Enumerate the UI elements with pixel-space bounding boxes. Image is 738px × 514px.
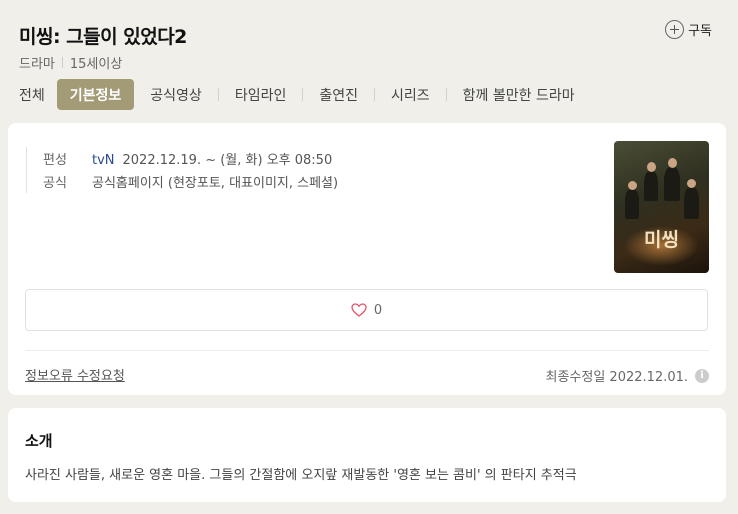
schedule-text: 2022.12.19. ~ (월, 화) 오후 08:50 (122, 153, 333, 168)
meta-divider (61, 57, 63, 68)
poster-title: 미씽 (644, 229, 679, 251)
meta-info: 드라마 15세이상 (19, 53, 122, 72)
tab-series[interactable]: 시리즈 (375, 79, 446, 110)
poster-face (647, 162, 656, 172)
tab-all[interactable]: 전체 (19, 79, 57, 110)
tab-related-dramas[interactable]: 함께 볼만한 드라마 (447, 79, 575, 110)
schedule-value: tvN 2022.12.19. ~ (월, 화) 오후 08:50 (92, 149, 332, 168)
genre-label: 드라마 (19, 57, 55, 72)
official-label: 공식 (43, 176, 67, 191)
card-divider (25, 350, 709, 351)
basic-info-card: 편성 tvN 2022.12.19. ~ (월, 화) 오후 08:50 공식 공… (8, 123, 726, 395)
poster-figure (644, 171, 658, 201)
channel-link[interactable]: tvN (92, 153, 115, 168)
poster-image[interactable]: 미씽 (614, 141, 709, 273)
subscribe-label: 구독 (688, 24, 712, 39)
like-button[interactable]: 0 (25, 289, 708, 331)
age-rating: 15세이상 (69, 57, 123, 72)
schedule-row: 편성 tvN 2022.12.19. ~ (월, 화) 오후 08:50 (43, 147, 338, 170)
tab-timeline[interactable]: 타임라인 (219, 79, 303, 110)
subscribe-button[interactable]: 구독 (665, 20, 712, 39)
poster-figure (664, 167, 680, 201)
info-icon[interactable]: i (695, 368, 709, 383)
poster-face (687, 179, 696, 188)
report-error-link[interactable]: 정보오류 수정요청 (25, 365, 125, 384)
poster-face (668, 158, 677, 168)
last-updated: 최종수정일 2022.12.01. i (545, 366, 709, 385)
tab-bar: 전체 기본정보 공식영상 타임라인 출연진 시리즈 함께 볼만한 드라마 (19, 79, 575, 110)
tab-basic-info[interactable]: 기본정보 (56, 79, 135, 110)
intro-description: 사라진 사람들, 새로운 영혼 마을. 그들의 간절함에 오지랖 재발동한 '영… (25, 468, 577, 483)
poster-figure (625, 189, 639, 219)
tab-cast[interactable]: 출연진 (303, 79, 374, 110)
official-row: 공식 공식홈페이지 (현장포토, 대표이미지, 스페셜) (43, 170, 338, 193)
like-count: 0 (373, 302, 383, 318)
intro-heading: 소개 (25, 432, 53, 450)
last-updated-text: 최종수정일 2022.12.01. (545, 370, 689, 385)
intro-card: 소개 사라진 사람들, 새로운 영혼 마을. 그들의 간절함에 오지랖 재발동한… (8, 408, 726, 502)
content-header: 미씽: 그들이 있었다2 구독 드라마 15세이상 전체 기본정보 공식영상 타… (0, 0, 738, 118)
schedule-label: 편성 (43, 153, 67, 168)
poster-figure (684, 187, 699, 219)
tab-official-videos[interactable]: 공식영상 (134, 79, 218, 110)
poster-face (628, 181, 637, 190)
heart-icon (351, 303, 367, 317)
info-list: 편성 tvN 2022.12.19. ~ (월, 화) 오후 08:50 공식 공… (26, 147, 338, 193)
official-links[interactable]: 공식홈페이지 (현장포토, 대표이미지, 스페셜) (92, 172, 338, 191)
page-title: 미씽: 그들이 있었다2 (19, 26, 187, 48)
plus-circle-icon (665, 20, 685, 39)
